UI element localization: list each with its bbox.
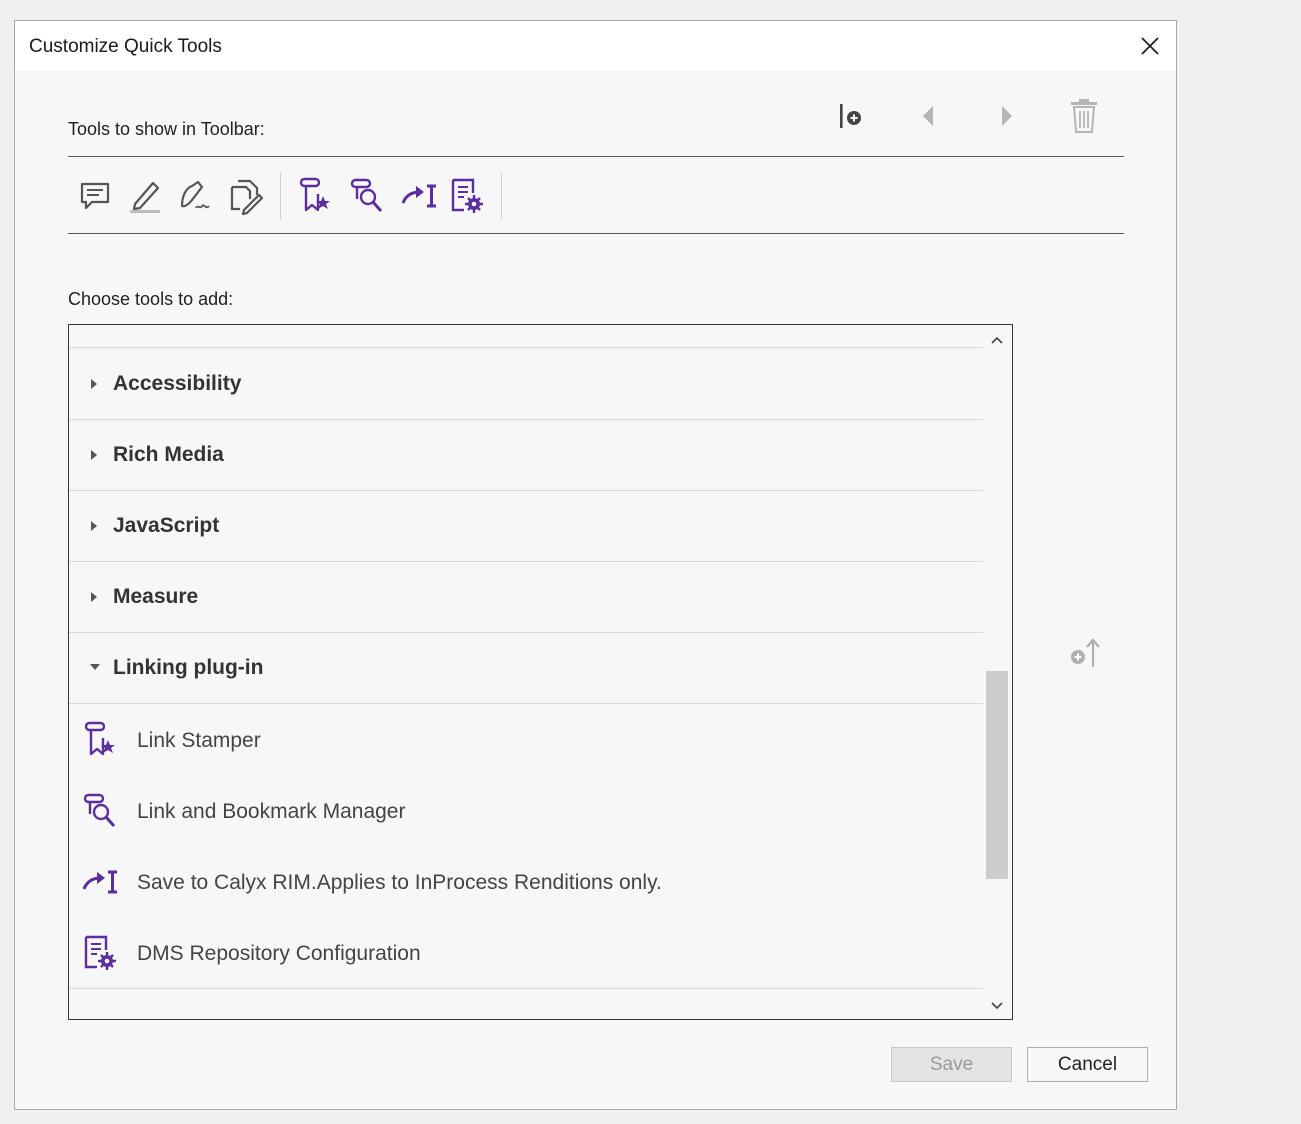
expand-arrow-icon [91,521,97,531]
dialog-title: Customize Quick Tools [29,36,222,57]
toolbar-tool-highlight[interactable] [126,177,164,215]
category-label: Accessibility [113,372,242,395]
move-left-button[interactable] [908,96,948,136]
category-label: Linking plug-in [113,656,264,679]
tool-icon-wrap [81,863,119,901]
link-bookmark-manager-icon [83,793,116,827]
tool-icon-wrap [81,934,119,972]
close-button[interactable] [1133,31,1167,61]
title-bar: Customize Quick Tools [15,21,1176,71]
cancel-button[interactable]: Cancel [1027,1047,1148,1082]
save-to-calyx-icon [401,184,436,208]
category-linking-plug-in[interactable]: Linking plug-in [69,633,983,704]
toolbar-section-label: Tools to show in Toolbar: [68,119,265,139]
add-separator-button[interactable] [831,96,871,136]
collapse-arrow-icon [90,664,100,670]
customize-quick-tools-dialog: Customize Quick Tools Tools to show in T… [14,20,1177,1110]
link-bookmark-manager-icon [350,178,383,212]
category-label: JavaScript [113,514,220,537]
scrollbar-thumb[interactable] [986,671,1008,879]
tool-label: DMS Repository Configuration [137,942,421,965]
scroll-down-button[interactable] [983,993,1011,1019]
list-scrollbar[interactable] [983,325,1011,1019]
toolbar-tool-link-bookmark-manager[interactable] [348,177,386,215]
tool-icon-wrap [81,792,119,830]
toolbar-tool-link-stamper[interactable] [296,177,334,215]
save-to-calyx-icon [82,870,117,894]
tool-item-link-bookmark-manager[interactable]: Link and Bookmark Manager [69,776,983,847]
add-separator-icon [840,104,861,128]
chevron-up-icon [991,336,1003,344]
dms-repository-icon [451,178,483,213]
move-right-button[interactable] [987,96,1027,136]
edit-document-icon [230,179,264,215]
toolbar-separator [280,173,281,219]
move-left-icon [923,106,933,126]
category-measure[interactable]: Measure [69,562,983,633]
tool-item-save-to-calyx[interactable]: Save to Calyx RIM.Applies to InProcess R… [69,847,983,918]
toolbar-tool-dms-repository[interactable] [448,177,486,215]
tool-label: Link and Bookmark Manager [137,800,406,823]
delete-icon [1071,99,1097,133]
sign-icon [180,180,210,209]
choose-section-label: Choose tools to add: [68,289,234,309]
tool-label: Link Stamper [137,729,261,752]
expand-arrow-icon [91,592,97,602]
tool-item-dms-repository[interactable]: DMS Repository Configuration [69,918,983,989]
toolbar-separator-end [501,173,502,219]
expand-arrow-icon [91,450,97,460]
tool-label: Save to Calyx RIM.Applies to InProcess R… [137,871,662,894]
list-top-divider [69,347,983,348]
current-toolbar-strip [68,156,1124,234]
toolbar-tool-save-to-calyx[interactable] [400,177,438,215]
tools-list[interactable]: Accessibility Rich Media JavaScript Meas… [68,324,1013,1020]
scroll-up-button[interactable] [983,327,1011,353]
save-button[interactable]: Save [891,1047,1012,1082]
toolbar-tool-edit-document[interactable] [226,177,264,215]
highlight-pen-icon [130,181,160,213]
add-to-toolbar-icon [1071,638,1100,667]
category-label: Measure [113,585,199,608]
dms-repository-icon [84,935,116,970]
toolbar-tool-sign[interactable] [176,177,214,215]
close-icon [1141,37,1159,55]
toolbar-tool-comment[interactable] [76,177,114,215]
category-javascript[interactable]: JavaScript [69,491,983,562]
category-rich-media[interactable]: Rich Media [69,420,983,491]
link-stamper-icon [84,721,115,756]
delete-button[interactable] [1064,96,1104,136]
tool-item-link-stamper[interactable]: Link Stamper [69,705,983,776]
category-label: Rich Media [113,443,224,466]
link-stamper-icon [299,177,330,212]
move-right-icon [1002,106,1012,126]
category-accessibility[interactable]: Accessibility [69,349,983,420]
expand-arrow-icon [91,379,97,389]
add-to-toolbar-button[interactable] [1063,633,1109,673]
tool-icon-wrap [81,721,119,759]
comment-icon [80,182,110,210]
chevron-down-icon [991,1002,1003,1010]
